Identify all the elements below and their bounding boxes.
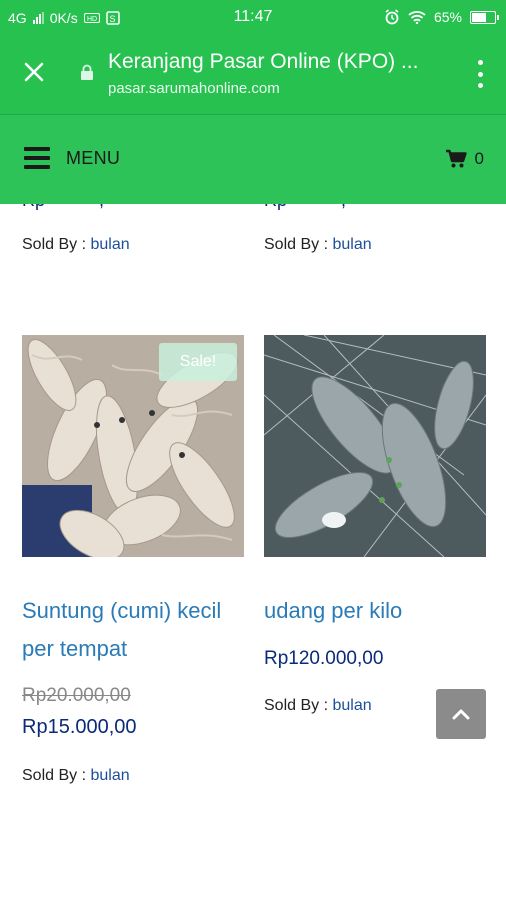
chevron-up-icon: [452, 709, 470, 720]
vendor-link[interactable]: bulan: [90, 236, 129, 253]
hamburger-icon: [24, 147, 50, 169]
sold-by-label: Sold By :: [264, 697, 329, 714]
shrimp-photo: [264, 335, 486, 557]
original-price: Rp20.000,00: [22, 685, 131, 706]
product-grid: Rp———,—— Rp———,—— Sold By : bulan Sold B…: [0, 204, 506, 900]
site-header: MENU 0: [0, 114, 506, 204]
cart-button[interactable]: 0: [445, 149, 484, 169]
menu-button[interactable]: MENU: [24, 147, 120, 169]
browser-toolbar: Keranjang Pasar Online (KPO) ... pasar.s…: [0, 36, 506, 114]
lock-icon: [81, 64, 93, 80]
vendor-link[interactable]: bulan: [332, 236, 371, 253]
sold-by-label: Sold By :: [22, 236, 87, 253]
menu-label: MENU: [66, 147, 121, 168]
cart-icon: [445, 149, 467, 168]
vendor-link[interactable]: bulan: [332, 697, 371, 714]
wifi-icon: [408, 11, 426, 24]
status-right: 65%: [384, 9, 499, 25]
sold-by: Sold By : bulan: [264, 697, 372, 715]
sale-badge: Sale!: [159, 343, 237, 381]
scroll-to-top-button[interactable]: [436, 689, 486, 739]
price: Rp120.000,00: [264, 648, 384, 669]
sold-by: Sold By : bulan: [22, 236, 130, 254]
more-vert-icon: [477, 60, 483, 65]
product-image-shrimp[interactable]: [264, 335, 486, 557]
close-button[interactable]: [20, 60, 48, 88]
close-icon: [24, 62, 44, 82]
sale-price: Rp15.000,00: [22, 716, 137, 738]
battery-icon: [470, 10, 499, 24]
product-title-squid[interactable]: Suntung (cumi) kecil per tempat: [22, 592, 221, 668]
more-options-button[interactable]: [476, 60, 484, 88]
sold-by: Sold By : bulan: [22, 767, 130, 785]
product-price-cutoff: Rp———,——: [22, 204, 140, 211]
status-bar: 4G 0K/s HD S 11:47 65%: [0, 0, 506, 36]
battery-percent: 65%: [433, 9, 462, 25]
product-image-squid[interactable]: Sale!: [22, 335, 244, 557]
product-title-shrimp[interactable]: udang per kilo: [264, 592, 402, 630]
page-title[interactable]: Keranjang Pasar Online (KPO) ...: [108, 50, 418, 74]
sold-by: Sold By : bulan: [264, 236, 372, 254]
product-price-cutoff: Rp———,——: [264, 204, 382, 211]
page-url[interactable]: pasar.sarumahonline.com: [108, 80, 280, 97]
sold-by-label: Sold By :: [22, 767, 87, 784]
sold-by-label: Sold By :: [264, 236, 329, 253]
cart-count: 0: [474, 149, 484, 168]
alarm-icon: [385, 9, 399, 25]
vendor-link[interactable]: bulan: [90, 767, 129, 784]
